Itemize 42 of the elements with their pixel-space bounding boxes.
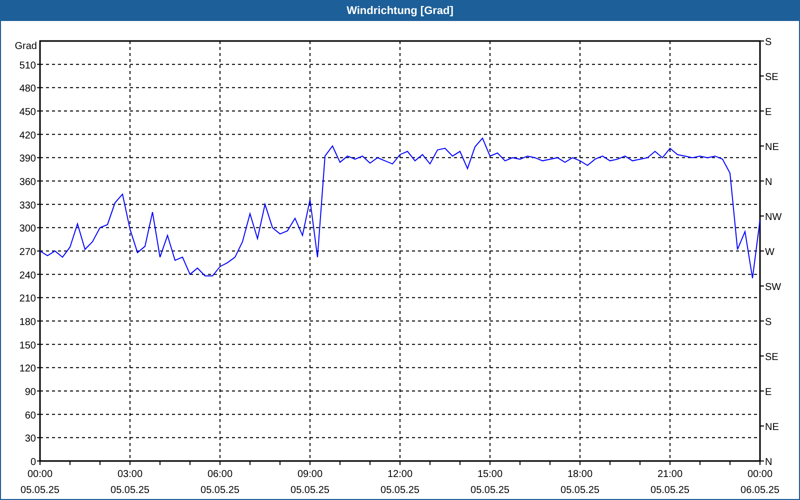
y-tick-label: 420 [19,130,36,142]
y-tick-label: 450 [19,107,36,118]
compass-tick-label: SE [765,72,778,83]
x-tick-label: 21:00 05.05.25 [650,469,690,496]
x-tick-label: 15:00 05.05.25 [470,469,510,496]
y-tick-label: 360 [19,177,36,188]
x-tick-label: 00:00 05.05.25 [20,469,60,496]
y-tick-label: 240 [19,270,36,282]
y-tick-label: 210 [19,294,36,305]
compass-tick-label: NE [765,422,779,433]
y-tick-label: 60 [24,410,36,422]
y-tick-label: 480 [19,84,36,95]
compass-tick-label: S [765,37,772,48]
y-axis-label: Grad [14,41,37,52]
y-tick-label: 0 [30,457,36,468]
compass-tick-label: N [765,457,772,468]
y-tick-label: 150 [19,340,36,352]
y-tick-label: 180 [19,317,36,328]
x-tick-label: 06:00 05.05.25 [200,469,240,496]
compass-tick-label: NW [765,212,782,223]
x-tick-label: 03:00 05.05.25 [110,469,150,496]
compass-tick-label: E [765,107,772,118]
window-title: Windrichtung [Grad] [346,4,454,19]
x-tick-label: 09:00 05.05.25 [290,469,330,496]
compass-tick-label: NE [765,142,779,153]
compass-tick-label: SW [765,282,782,293]
y-tick-label: 270 [19,247,36,258]
y-tick-label: 90 [24,387,36,398]
x-tick-label: 12:00 05.05.25 [380,469,420,496]
y-tick-label: 300 [19,224,36,235]
y-tick-label: 30 [24,434,36,445]
compass-tick-label: W [765,247,774,258]
y-tick-label: 120 [19,364,36,375]
compass-tick-label: E [765,387,772,398]
y-tick-label: 390 [19,154,36,165]
x-tick-label: 00:00 06.05.25 [740,469,780,496]
compass-tick-label: N [765,177,772,188]
compass-tick-label: SE [765,352,778,363]
y-tick-label: 510 [19,60,36,72]
x-tick-label: 18:00 05.05.25 [560,469,600,496]
y-tick-label: 330 [19,200,36,212]
compass-tick-label: S [765,317,772,328]
